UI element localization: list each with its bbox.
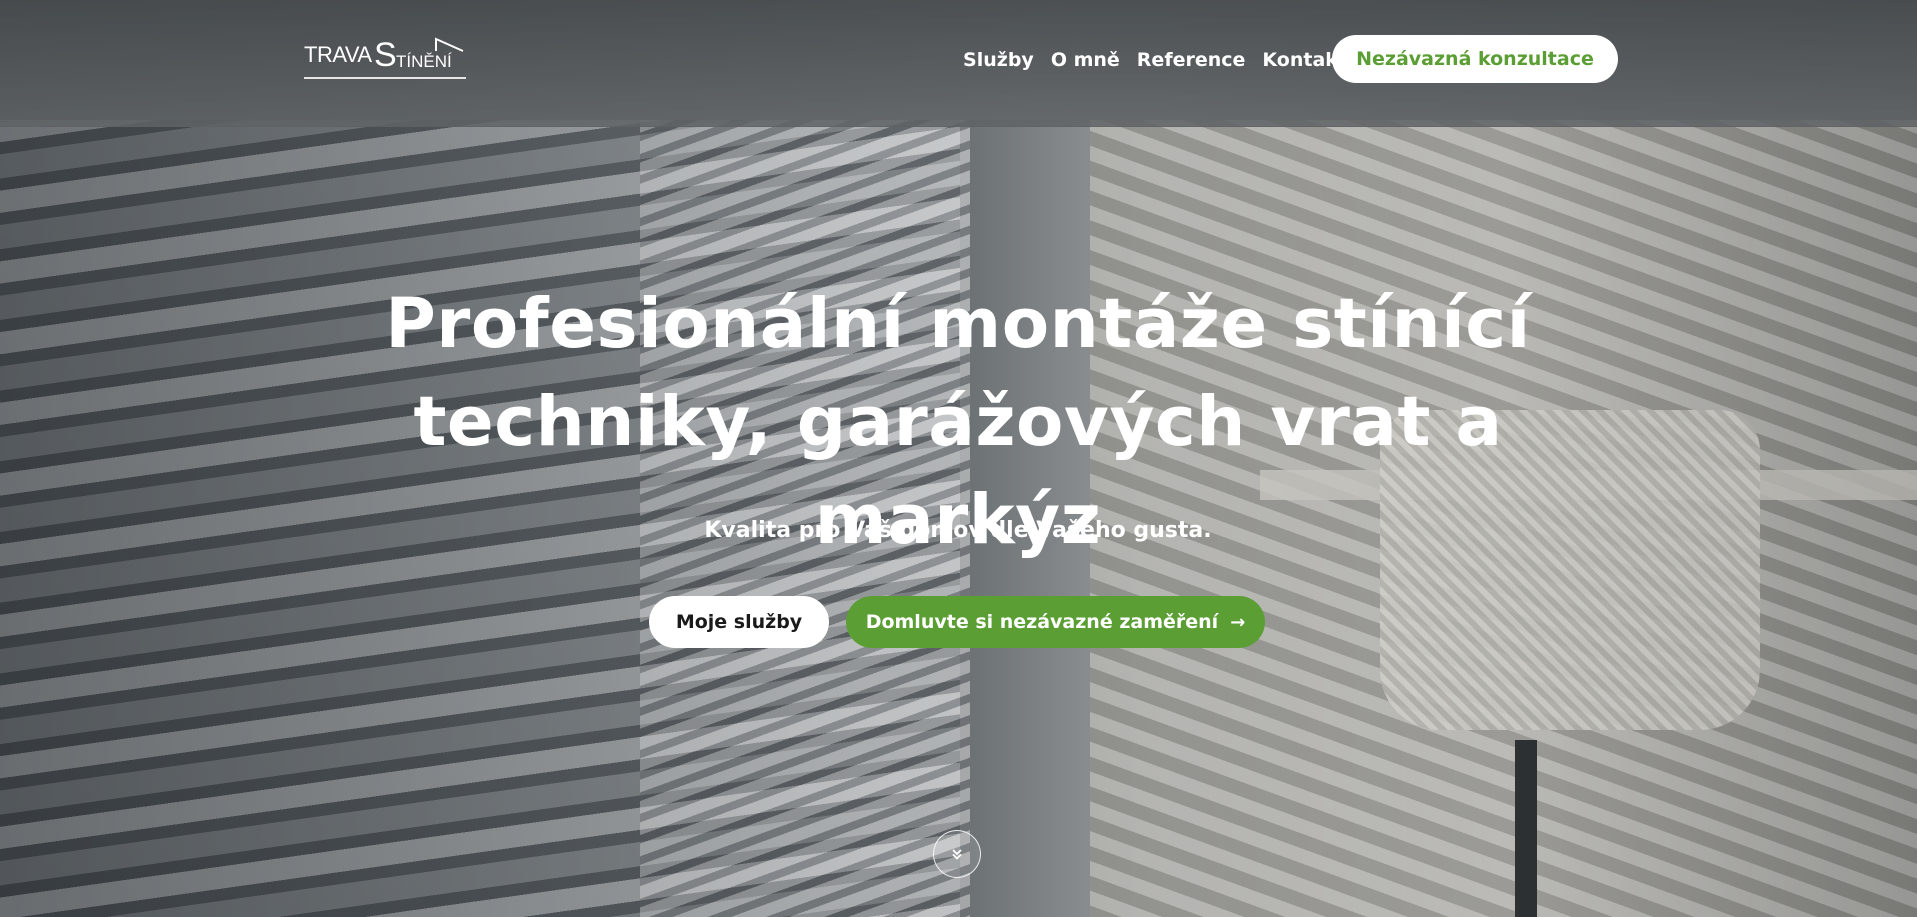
book-measurement-button[interactable]: Domluvte si nezávazné zaměření → <box>846 596 1265 648</box>
scroll-down-button[interactable] <box>933 830 981 878</box>
logo-text-part1: TRAVA <box>304 42 372 67</box>
nav-item-sluzby[interactable]: Služby <box>963 49 1034 71</box>
hero-subtitle: Kvalita pro Váš domov dle Vašeho gusta. <box>704 518 1212 543</box>
logo-text-part2: S <box>374 36 397 74</box>
site-header: TRAVA S TÍNĚNÍ Služby O mně Reference Ko… <box>0 0 1917 127</box>
roof-logo-icon <box>435 37 464 52</box>
arrow-right-icon: → <box>1230 611 1246 633</box>
double-chevron-down-icon <box>952 849 962 860</box>
main-nav: Služby O mně Reference Kontakt <box>963 46 1347 74</box>
nav-item-reference[interactable]: Reference <box>1137 49 1246 71</box>
consultation-button[interactable]: Nezávazná konzultace <box>1332 35 1618 83</box>
nav-item-o-mne[interactable]: O mně <box>1051 49 1120 71</box>
logo-underline <box>304 77 466 79</box>
hero-title-line1: Profesionální montáže stínící <box>385 284 1531 364</box>
logo-text-part3: TÍNĚNÍ <box>396 52 452 71</box>
book-measurement-label: Domluvte si nezávazné zaměření <box>865 611 1219 633</box>
my-services-button[interactable]: Moje služby <box>649 596 829 648</box>
site-logo[interactable]: TRAVA S TÍNĚNÍ <box>304 36 469 82</box>
